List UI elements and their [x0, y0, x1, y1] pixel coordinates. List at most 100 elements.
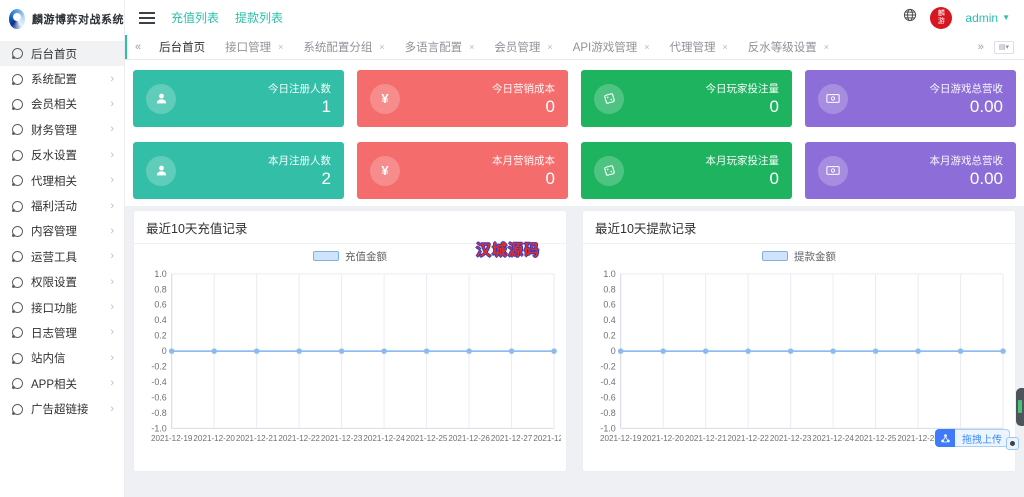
yen-icon: ¥ — [370, 83, 400, 114]
chevron-right-icon: › — [110, 275, 114, 288]
tab-close-icon[interactable]: × — [547, 42, 552, 52]
withdraw-panel-title: 最近10天提款记录 — [583, 211, 1015, 244]
legend-label: 充值金额 — [345, 250, 387, 263]
sidebar-item-2[interactable]: 会员相关 › — [0, 92, 124, 117]
sidebar-item-13[interactable]: APP相关 › — [0, 371, 124, 396]
main-area: 充值列表 提款列表 麟游 admin ▼ « 后台首页 接口管理 × 系统配置分… — [125, 0, 1024, 497]
app-logo-icon — [9, 9, 25, 29]
svg-text:2021-12-20: 2021-12-20 — [642, 434, 684, 443]
svg-text:0.4: 0.4 — [603, 315, 615, 325]
content: 今日注册人数 1 ¥ 今日营销成本 0 今日玩家投注量 0 今日游戏总营收 0.… — [125, 60, 1024, 497]
drag-upload-widget[interactable]: 拖拽上传 — [935, 429, 1010, 447]
stat-card-1: ¥ 今日营销成本 0 — [357, 70, 568, 127]
menu-bullet-icon — [12, 352, 23, 364]
chevron-right-icon: › — [110, 148, 114, 161]
sidebar-item-12[interactable]: 站内信 › — [0, 346, 124, 371]
watermark-text: 汉城源码 — [475, 242, 540, 259]
svg-text:2021-12-19: 2021-12-19 — [600, 434, 642, 443]
withdraw-legend[interactable]: 提款金额 — [588, 247, 1010, 265]
sidebar-item-10[interactable]: 接口功能 › — [0, 295, 124, 320]
menu-bullet-icon — [12, 251, 23, 263]
svg-text:1.0: 1.0 — [154, 269, 166, 279]
tabs-scroll-left-icon[interactable]: « — [127, 41, 149, 53]
sidebar-menu: 后台首页 › 系统配置 › 会员相关 › 财务管理 › 反水设置 › 代理相关 … — [0, 38, 124, 422]
tabs-options-icon[interactable]: ▤▾ — [993, 40, 1014, 54]
tab-5[interactable]: API游戏管理 × — [573, 39, 650, 55]
svg-text:-0.2: -0.2 — [600, 362, 615, 372]
svg-text:2021-12-20: 2021-12-20 — [193, 434, 235, 443]
charts-row: 最近10天充值记录 汉城源码 充值金额 1.0 0.8 0.6 0.4 0.2 0 -0.2… — [125, 206, 1024, 472]
yen-icon: ¥ — [370, 155, 400, 186]
tab-2[interactable]: 系统配置分组 × — [303, 39, 384, 55]
chevron-right-icon: › — [110, 377, 114, 390]
sidebar-item-8[interactable]: 运营工具 › — [0, 244, 124, 269]
sidebar-item-11[interactable]: 日志管理 › — [0, 320, 124, 345]
tab-close-icon[interactable]: × — [824, 42, 829, 52]
sidebar-item-14[interactable]: 广告超链接 › — [0, 396, 124, 421]
sidebar-item-6[interactable]: 福利活动 › — [0, 193, 124, 218]
sidebar-item-0[interactable]: 后台首页 › — [0, 41, 124, 67]
svg-text:2021-12-25: 2021-12-25 — [855, 434, 897, 443]
tab-4[interactable]: 会员管理 × — [494, 39, 552, 55]
legend-label: 提款金额 — [794, 250, 836, 263]
tab-close-icon[interactable]: × — [469, 42, 474, 52]
tab-1[interactable]: 接口管理 × — [225, 39, 283, 55]
edge-widget-button[interactable] — [1006, 437, 1019, 450]
chevron-right-icon: › — [110, 123, 114, 136]
sidebar-item-5[interactable]: 代理相关 › — [0, 168, 124, 193]
tabs-scroll-right-icon[interactable]: » — [970, 41, 992, 53]
stat-cards-grid: 今日注册人数 1 ¥ 今日营销成本 0 今日玩家投注量 0 今日游戏总营收 0.… — [125, 60, 1024, 206]
user-avatar[interactable]: 麟游 — [930, 6, 953, 29]
sidebar-item-7[interactable]: 内容管理 › — [0, 219, 124, 244]
tab-3[interactable]: 多语言配置 × — [405, 39, 475, 55]
language-globe-icon[interactable] — [903, 8, 917, 27]
tab-6[interactable]: 代理管理 × — [670, 39, 728, 55]
topbar-link-recharge-list[interactable]: 充值列表 — [171, 9, 219, 26]
chevron-right-icon: › — [110, 224, 114, 237]
svg-text:-0.4: -0.4 — [600, 377, 615, 387]
username-label: admin — [965, 10, 999, 25]
sidebar-item-9[interactable]: 权限设置 › — [0, 270, 124, 295]
user-dropdown[interactable]: admin ▼ — [965, 11, 1010, 25]
sidebar-item-3[interactable]: 财务管理 › — [0, 117, 124, 142]
svg-text:-0.8: -0.8 — [151, 408, 166, 418]
svg-text:-1.0: -1.0 — [600, 423, 615, 433]
drag-upload-button[interactable]: 拖拽上传 — [955, 429, 1010, 447]
tab-close-icon[interactable]: × — [723, 42, 728, 52]
menu-bullet-icon — [12, 302, 23, 314]
menu-bullet-icon — [12, 378, 23, 390]
stat-card-3: 今日游戏总营收 0.00 — [805, 70, 1016, 127]
svg-text:-0.2: -0.2 — [151, 362, 166, 372]
dice-icon — [594, 155, 624, 186]
svg-text:0.8: 0.8 — [154, 284, 166, 294]
dice-icon — [594, 83, 624, 114]
stat-card-4: 本月注册人数 2 — [133, 142, 344, 199]
topbar-link-withdraw-list[interactable]: 提款列表 — [235, 9, 283, 26]
svg-text:0: 0 — [611, 346, 616, 356]
sidebar-item-4[interactable]: 反水设置 › — [0, 143, 124, 168]
menu-bullet-icon — [12, 403, 23, 415]
sidebar-item-1[interactable]: 系统配置 › — [0, 66, 124, 91]
legend-swatch — [313, 251, 339, 261]
chevron-right-icon: › — [110, 174, 114, 187]
tab-0[interactable]: 后台首页 — [159, 39, 205, 55]
svg-text:1.0: 1.0 — [603, 269, 615, 279]
edge-toolbar-handle[interactable] — [1016, 388, 1024, 426]
tab-close-icon[interactable]: × — [278, 42, 283, 52]
tab-7[interactable]: 反水等级设置 × — [748, 39, 829, 55]
app-title: 麟游博弈对战系统 — [32, 14, 124, 26]
chevron-right-icon: › — [110, 199, 114, 212]
svg-text:2021-12-22: 2021-12-22 — [727, 434, 769, 443]
svg-text:2021-12-26: 2021-12-26 — [448, 434, 490, 443]
svg-text:0: 0 — [162, 346, 167, 356]
hamburger-menu-icon[interactable] — [139, 11, 155, 24]
menu-bullet-icon — [12, 149, 23, 161]
tab-close-icon[interactable]: × — [379, 42, 384, 52]
svg-text:2021-12-22: 2021-12-22 — [278, 434, 320, 443]
recharge-chart: 1.0 0.8 0.6 0.4 0.2 0 -0.2 -0.4 -0.6 -0.8 -1.0 2021… — [139, 265, 575, 466]
svg-text:0.6: 0.6 — [603, 300, 615, 310]
menu-bullet-icon — [12, 73, 23, 85]
cluster-icon — [935, 429, 955, 447]
tab-close-icon[interactable]: × — [644, 42, 649, 52]
svg-text:2021-12-23: 2021-12-23 — [770, 434, 812, 443]
